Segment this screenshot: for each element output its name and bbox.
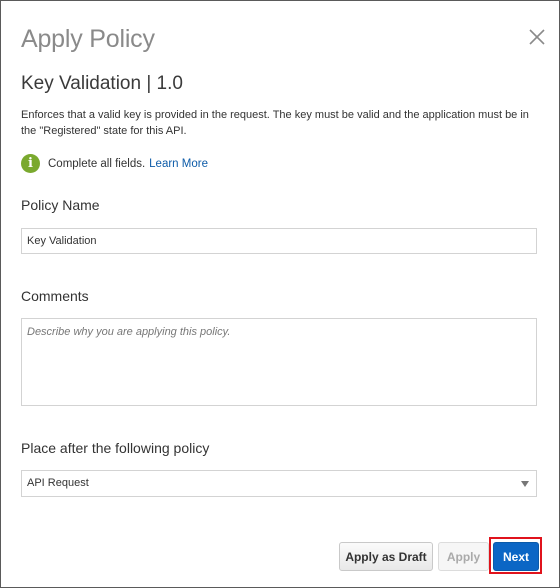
close-icon[interactable] bbox=[527, 27, 547, 47]
comments-textarea[interactable]: Describe why you are applying this polic… bbox=[21, 318, 537, 406]
policy-name-input[interactable]: Key Validation bbox=[21, 228, 537, 254]
info-icon: i bbox=[21, 154, 40, 173]
learn-more-link[interactable]: Learn More bbox=[149, 158, 208, 170]
chevron-down-icon bbox=[521, 481, 529, 487]
place-after-select[interactable]: API Request bbox=[21, 470, 537, 497]
policy-name-label: Policy Name bbox=[21, 197, 100, 213]
apply-policy-dialog: Apply Policy Key Validation | 1.0 Enforc… bbox=[0, 0, 560, 588]
policy-subtitle: Key Validation | 1.0 bbox=[21, 73, 183, 94]
next-button[interactable]: Next bbox=[493, 542, 539, 571]
info-text: Complete all fields. bbox=[48, 157, 146, 170]
comments-label: Comments bbox=[21, 288, 89, 304]
dialog-title: Apply Policy bbox=[21, 25, 155, 53]
policy-description: Enforces that a valid key is provided in… bbox=[21, 109, 529, 137]
apply-button[interactable]: Apply bbox=[438, 542, 489, 571]
place-after-selected-value: API Request bbox=[27, 477, 89, 489]
place-after-label: Place after the following policy bbox=[21, 440, 210, 456]
apply-as-draft-button[interactable]: Apply as Draft bbox=[339, 542, 433, 571]
info-message: i Complete all fields. Learn More bbox=[21, 154, 208, 173]
